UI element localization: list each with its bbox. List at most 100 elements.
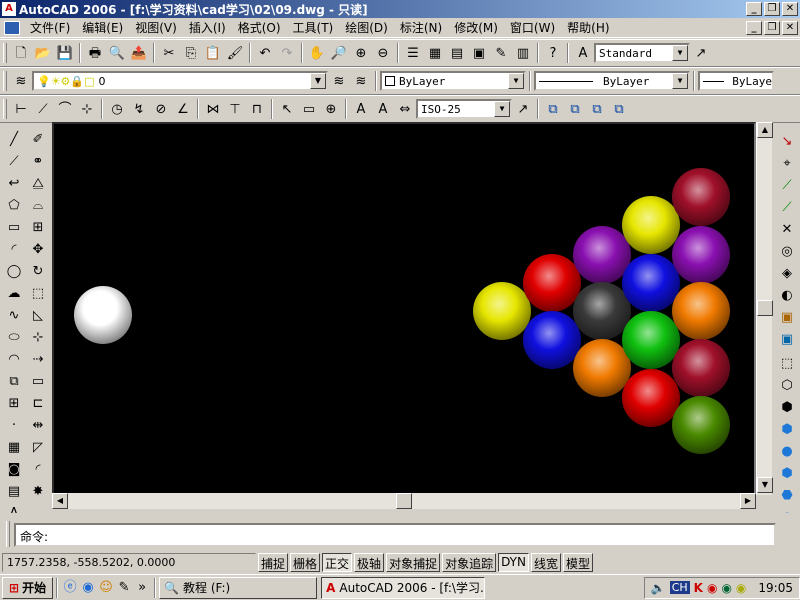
menu-view[interactable]: 视图(V) (129, 19, 183, 36)
baseline-dimension-icon[interactable]: ⊤ (224, 98, 246, 120)
insert-block-icon[interactable]: ⧉ (3, 370, 25, 392)
messenger-icon[interactable]: ◉ (707, 581, 717, 595)
internet-explorer-icon[interactable]: ⓔ (61, 579, 79, 597)
scroll-down-icon[interactable]: ▼ (757, 477, 773, 493)
snap-mode-button[interactable]: 捕捉 (258, 553, 289, 572)
toolbar-grip[interactable] (3, 71, 7, 91)
snap-endpoint-icon[interactable]: ⟋ (776, 174, 798, 196)
doc-minimize-button[interactable]: _ (746, 20, 762, 35)
menu-modify[interactable]: 修改(M) (448, 19, 504, 36)
chamfer-icon[interactable]: ◸ (27, 436, 49, 458)
layer-select[interactable]: 💡☀⚙🔒□ 0 ▼ (32, 71, 328, 91)
snap-quadrant-icon[interactable]: ◈ (776, 262, 798, 284)
aligned-dimension-icon[interactable]: ⟋ (32, 98, 54, 120)
redo-icon[interactable]: ↷ (276, 42, 298, 64)
point-icon[interactable]: · (3, 414, 25, 436)
layer-previous-icon[interactable]: ≋ (350, 70, 372, 92)
media-player-icon[interactable]: ◉ (79, 579, 97, 597)
match-properties-icon[interactable]: 🖌 (224, 42, 246, 64)
break-icon[interactable]: ⊏ (27, 392, 49, 414)
spline-icon[interactable]: ∿ (3, 304, 25, 326)
doc-restore-button[interactable]: ❐ (764, 20, 780, 35)
doc-close-button[interactable]: ✕ (782, 20, 798, 35)
chevron-down-icon[interactable]: ▼ (672, 73, 688, 89)
close-button[interactable]: ✕ (782, 2, 798, 16)
snap-intersection-icon[interactable]: ✕ (776, 218, 798, 240)
red-ball[interactable] (622, 369, 680, 427)
yellow-ball[interactable] (473, 282, 531, 340)
arc-length-icon[interactable]: ⌒ (54, 98, 76, 120)
red-ball[interactable] (523, 254, 581, 312)
rotate-icon[interactable]: ↻ (27, 260, 49, 282)
tray-app-icon[interactable]: ◉ (721, 581, 731, 595)
viewport-clip-icon[interactable]: ⧉ (564, 98, 586, 120)
open-file-icon[interactable]: 📂 (32, 42, 54, 64)
menu-dimension[interactable]: 标注(N) (394, 19, 448, 36)
calculator-icon[interactable]: ▥ (512, 42, 534, 64)
center-mark-icon[interactable]: ⊕ (320, 98, 342, 120)
quick-dimension-icon[interactable]: ⋈ (202, 98, 224, 120)
horizontal-scrollbar[interactable]: ◀ ▶ (52, 493, 756, 509)
diameter-dimension-icon[interactable]: ⊘ (150, 98, 172, 120)
print-preview-icon[interactable]: 🔍 (106, 42, 128, 64)
scroll-left-icon[interactable]: ◀ (52, 493, 68, 509)
otrack-mode-button[interactable]: 对象追踪 (442, 553, 497, 572)
3d-render-icon[interactable]: ⬢ (776, 462, 798, 484)
polar-mode-button[interactable]: 极轴 (354, 553, 385, 572)
input-language-indicator[interactable]: CH (669, 581, 690, 594)
notepad-icon[interactable]: ✎ (115, 579, 133, 597)
3d-view-icon[interactable]: ⬚ (776, 352, 798, 374)
snap-from-icon[interactable]: ⌖ (776, 152, 798, 174)
lineweight-mode-button[interactable]: 线宽 (530, 553, 561, 572)
autocad-app-icon[interactable]: A (2, 2, 16, 16)
dimension-text-edit-icon[interactable]: A (372, 98, 394, 120)
zoom-realtime-icon[interactable]: 🔎 (328, 42, 350, 64)
green-ball[interactable] (622, 311, 680, 369)
dimension-style-select[interactable]: ISO-25 ▼ (416, 99, 512, 119)
linetype-select[interactable]: ByLayer ▼ (534, 71, 690, 91)
print-icon[interactable]: 🖶 (84, 42, 106, 64)
network-icon[interactable]: ◉ (736, 581, 746, 595)
publish-icon[interactable]: 📤 (128, 42, 150, 64)
viewport-scale-icon[interactable]: ⧉ (586, 98, 608, 120)
make-block-icon[interactable]: ⊞ (3, 392, 25, 414)
menu-format[interactable]: 格式(O) (232, 19, 287, 36)
tolerance-icon[interactable]: ▭ (298, 98, 320, 120)
fillet-icon[interactable]: ◜ (27, 458, 49, 480)
design-center-icon[interactable]: ▦ (424, 42, 446, 64)
erase-icon[interactable]: ✐ (27, 128, 49, 150)
zoom-previous-icon[interactable]: ⊖ (372, 42, 394, 64)
dimension-style-manager-icon[interactable]: ↗ (512, 98, 534, 120)
arc-icon[interactable]: ◜ (3, 238, 25, 260)
radius-dimension-icon[interactable]: ◷ (106, 98, 128, 120)
command-grip[interactable] (6, 521, 10, 547)
ellipse-arc-icon[interactable]: ◠ (3, 348, 25, 370)
command-line-input[interactable]: 命令: (14, 523, 776, 547)
3d-shade-icon[interactable]: ⬢ (776, 418, 798, 440)
paste-icon[interactable]: 📋 (202, 42, 224, 64)
yellow-ball[interactable] (622, 196, 680, 254)
construction-line-icon[interactable]: ⟋ (3, 150, 25, 172)
grid-mode-button[interactable]: 栅格 (290, 553, 321, 572)
ellipse-icon[interactable]: ⬭ (3, 326, 25, 348)
copy-icon[interactable]: ⎘ (180, 42, 202, 64)
continue-dimension-icon[interactable]: ⊓ (246, 98, 268, 120)
kaspersky-icon[interactable]: K (694, 581, 703, 595)
document-icon[interactable] (4, 20, 20, 35)
dimension-style-icon[interactable]: ↗ (690, 42, 712, 64)
revision-cloud-icon[interactable]: ☁ (3, 282, 25, 304)
menu-window[interactable]: 窗口(W) (504, 19, 561, 36)
volume-icon[interactable]: 🔈 (651, 581, 666, 595)
viewport-icon[interactable]: ⧉ (542, 98, 564, 120)
chevron-down-icon[interactable]: ▼ (672, 45, 688, 61)
offset-icon[interactable]: ⌓ (27, 194, 49, 216)
snap-center-icon[interactable]: ◎ (776, 240, 798, 262)
dyn-mode-button[interactable]: DYN (498, 553, 529, 572)
horizontal-scroll-thumb[interactable] (396, 493, 412, 509)
table-icon[interactable]: ▤ (3, 480, 25, 502)
hatch-icon[interactable]: ▦ (3, 436, 25, 458)
line-icon[interactable]: ╱ (3, 128, 25, 150)
toolbar-grip[interactable] (3, 99, 7, 119)
markup-icon[interactable]: ✎ (490, 42, 512, 64)
scroll-right-icon[interactable]: ▶ (740, 493, 756, 509)
